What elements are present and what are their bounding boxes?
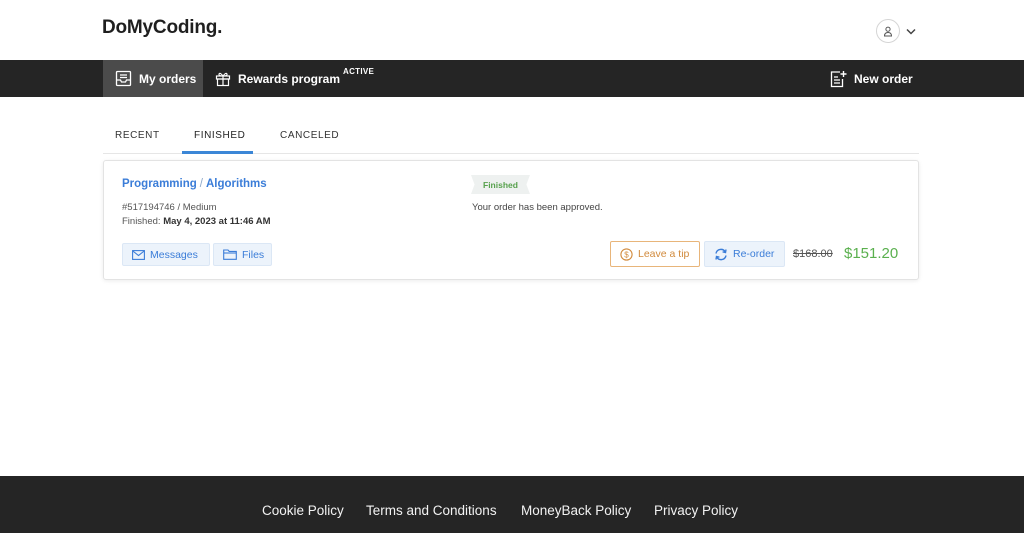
active-tab-indicator xyxy=(182,151,253,154)
subject-separator: / xyxy=(199,178,203,190)
inbox-icon xyxy=(115,70,132,87)
original-price: $168.00 xyxy=(793,248,833,260)
order-tabs: RECENT FINISHED CANCELED xyxy=(103,120,919,154)
refresh-icon xyxy=(715,248,727,260)
nav-rewards-program[interactable]: Rewards program xyxy=(215,60,340,97)
nav-new-order[interactable]: New order xyxy=(829,60,913,97)
envelope-icon xyxy=(132,249,145,260)
nav-rewards-label: Rewards program xyxy=(238,71,341,86)
rewards-active-badge: ACTIVE xyxy=(343,67,375,76)
order-finished-line: Finished: May 4, 2023 at 11:46 AM xyxy=(122,216,271,227)
nav-my-orders[interactable]: My orders xyxy=(103,60,203,97)
site-footer: Cookie Policy Terms and Conditions Money… xyxy=(0,476,1024,533)
footer-link-privacy[interactable]: Privacy Policy xyxy=(654,503,738,518)
nav-my-orders-label: My orders xyxy=(139,71,197,86)
main-navbar: My orders Rewards program New order xyxy=(0,60,1024,97)
leave-tip-label: Leave a tip xyxy=(638,248,690,260)
order-subcategory: Algorithms xyxy=(205,178,267,190)
status-message: Your order has been approved. xyxy=(472,202,603,213)
user-menu[interactable] xyxy=(876,19,918,43)
nav-new-order-label: New order xyxy=(854,71,913,86)
order-id-line: #517194746 / Medium xyxy=(122,202,217,213)
tab-finished[interactable]: FINISHED xyxy=(194,130,245,141)
logo[interactable]: DoMyCoding. xyxy=(102,17,222,39)
messages-button[interactable]: Messages xyxy=(122,243,210,266)
footer-link-moneyback[interactable]: MoneyBack Policy xyxy=(521,503,631,518)
finished-date: May 4, 2023 at 11:46 AM xyxy=(163,216,271,227)
order-category: Programming xyxy=(122,178,197,190)
finished-label: Finished: xyxy=(122,216,161,227)
tab-recent[interactable]: RECENT xyxy=(115,130,160,141)
reorder-label: Re-order xyxy=(733,248,775,260)
footer-link-terms[interactable]: Terms and Conditions xyxy=(366,503,497,518)
order-id: #517194746 xyxy=(122,202,175,213)
order-subject[interactable]: Programming / Algorithms xyxy=(122,178,267,190)
files-button[interactable]: Files xyxy=(213,243,272,266)
order-card: Programming / Algorithms #517194746 / Medi… xyxy=(103,160,919,280)
dollar-coin-icon: $ xyxy=(620,247,633,261)
reorder-button[interactable]: Re-order xyxy=(704,241,785,267)
folder-icon xyxy=(223,249,237,260)
tab-canceled[interactable]: CANCELED xyxy=(280,130,339,141)
gift-icon xyxy=(215,72,231,86)
footer-link-cookie-policy[interactable]: Cookie Policy xyxy=(262,503,344,518)
user-icon[interactable] xyxy=(876,19,900,43)
order-level: Medium xyxy=(182,202,217,213)
site-header: DoMyCoding. xyxy=(0,0,1024,60)
new-order-icon xyxy=(830,70,847,87)
messages-label: Messages xyxy=(150,248,198,261)
leave-tip-button[interactable]: $ Leave a tip xyxy=(610,241,700,267)
files-label: Files xyxy=(242,248,265,261)
status-badge: Finished xyxy=(471,175,530,194)
final-price: $151.20 xyxy=(844,245,899,262)
svg-text:$: $ xyxy=(624,250,629,259)
chevron-down-icon[interactable] xyxy=(905,25,917,37)
